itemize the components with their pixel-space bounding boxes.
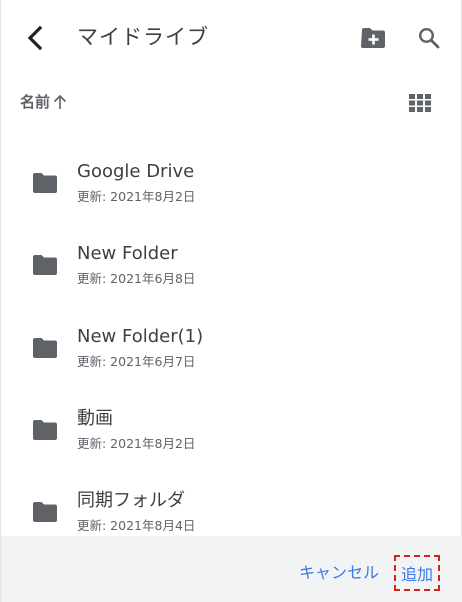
folder-icon [33,338,57,358]
grid-view-icon [409,94,431,112]
file-name: 同期フォルダ [77,490,185,511]
file-name: New Folder(1) [77,326,204,347]
file-modified-date: 更新: 2021年8月2日 [77,436,196,451]
grid-view-button[interactable] [405,88,435,118]
sort-by-name-button[interactable]: 名前 [20,92,67,112]
folder-icon [33,255,57,275]
new-folder-button[interactable] [357,22,389,54]
file-picker-screen: マイドライブ 名前 Google Drive 更新: 2021年8月2日 New… [0,0,462,602]
list-item[interactable]: New Folder(1) 更新: 2021年6月7日 [1,301,462,383]
list-item[interactable]: Google Drive 更新: 2021年8月2日 [1,136,462,218]
cancel-button[interactable]: キャンセル [299,562,379,584]
chevron-left-icon [27,25,43,51]
list-item[interactable]: 同期フォルダ 更新: 2021年8月4日 [1,465,462,547]
page-title: マイドライブ [77,25,209,49]
search-button[interactable] [413,22,445,54]
file-modified-date: 更新: 2021年6月7日 [77,354,196,369]
file-name: Google Drive [77,161,195,182]
folder-icon [33,173,57,193]
file-name: New Folder [77,243,178,264]
folder-icon [33,420,57,440]
add-button-label: 追加 [400,565,433,584]
file-modified-date: 更新: 2021年8月4日 [77,518,196,533]
arrow-up-icon [53,94,67,110]
file-modified-date: 更新: 2021年6月8日 [77,271,196,286]
add-button[interactable]: 追加 [394,555,440,591]
sort-bar: 名前 [1,82,462,122]
folder-icon [33,502,57,522]
list-item[interactable]: 動画 更新: 2021年8月2日 [1,383,462,465]
back-button[interactable] [17,20,53,56]
list-item[interactable]: New Folder 更新: 2021年6月8日 [1,218,462,300]
search-icon [418,27,440,49]
create-new-folder-icon [361,28,385,48]
sort-label: 名前 [20,93,51,111]
file-modified-date: 更新: 2021年8月2日 [77,189,196,204]
app-bar: マイドライブ [1,0,462,76]
file-name: 動画 [77,408,113,429]
action-bar: キャンセル 追加 [1,536,462,602]
